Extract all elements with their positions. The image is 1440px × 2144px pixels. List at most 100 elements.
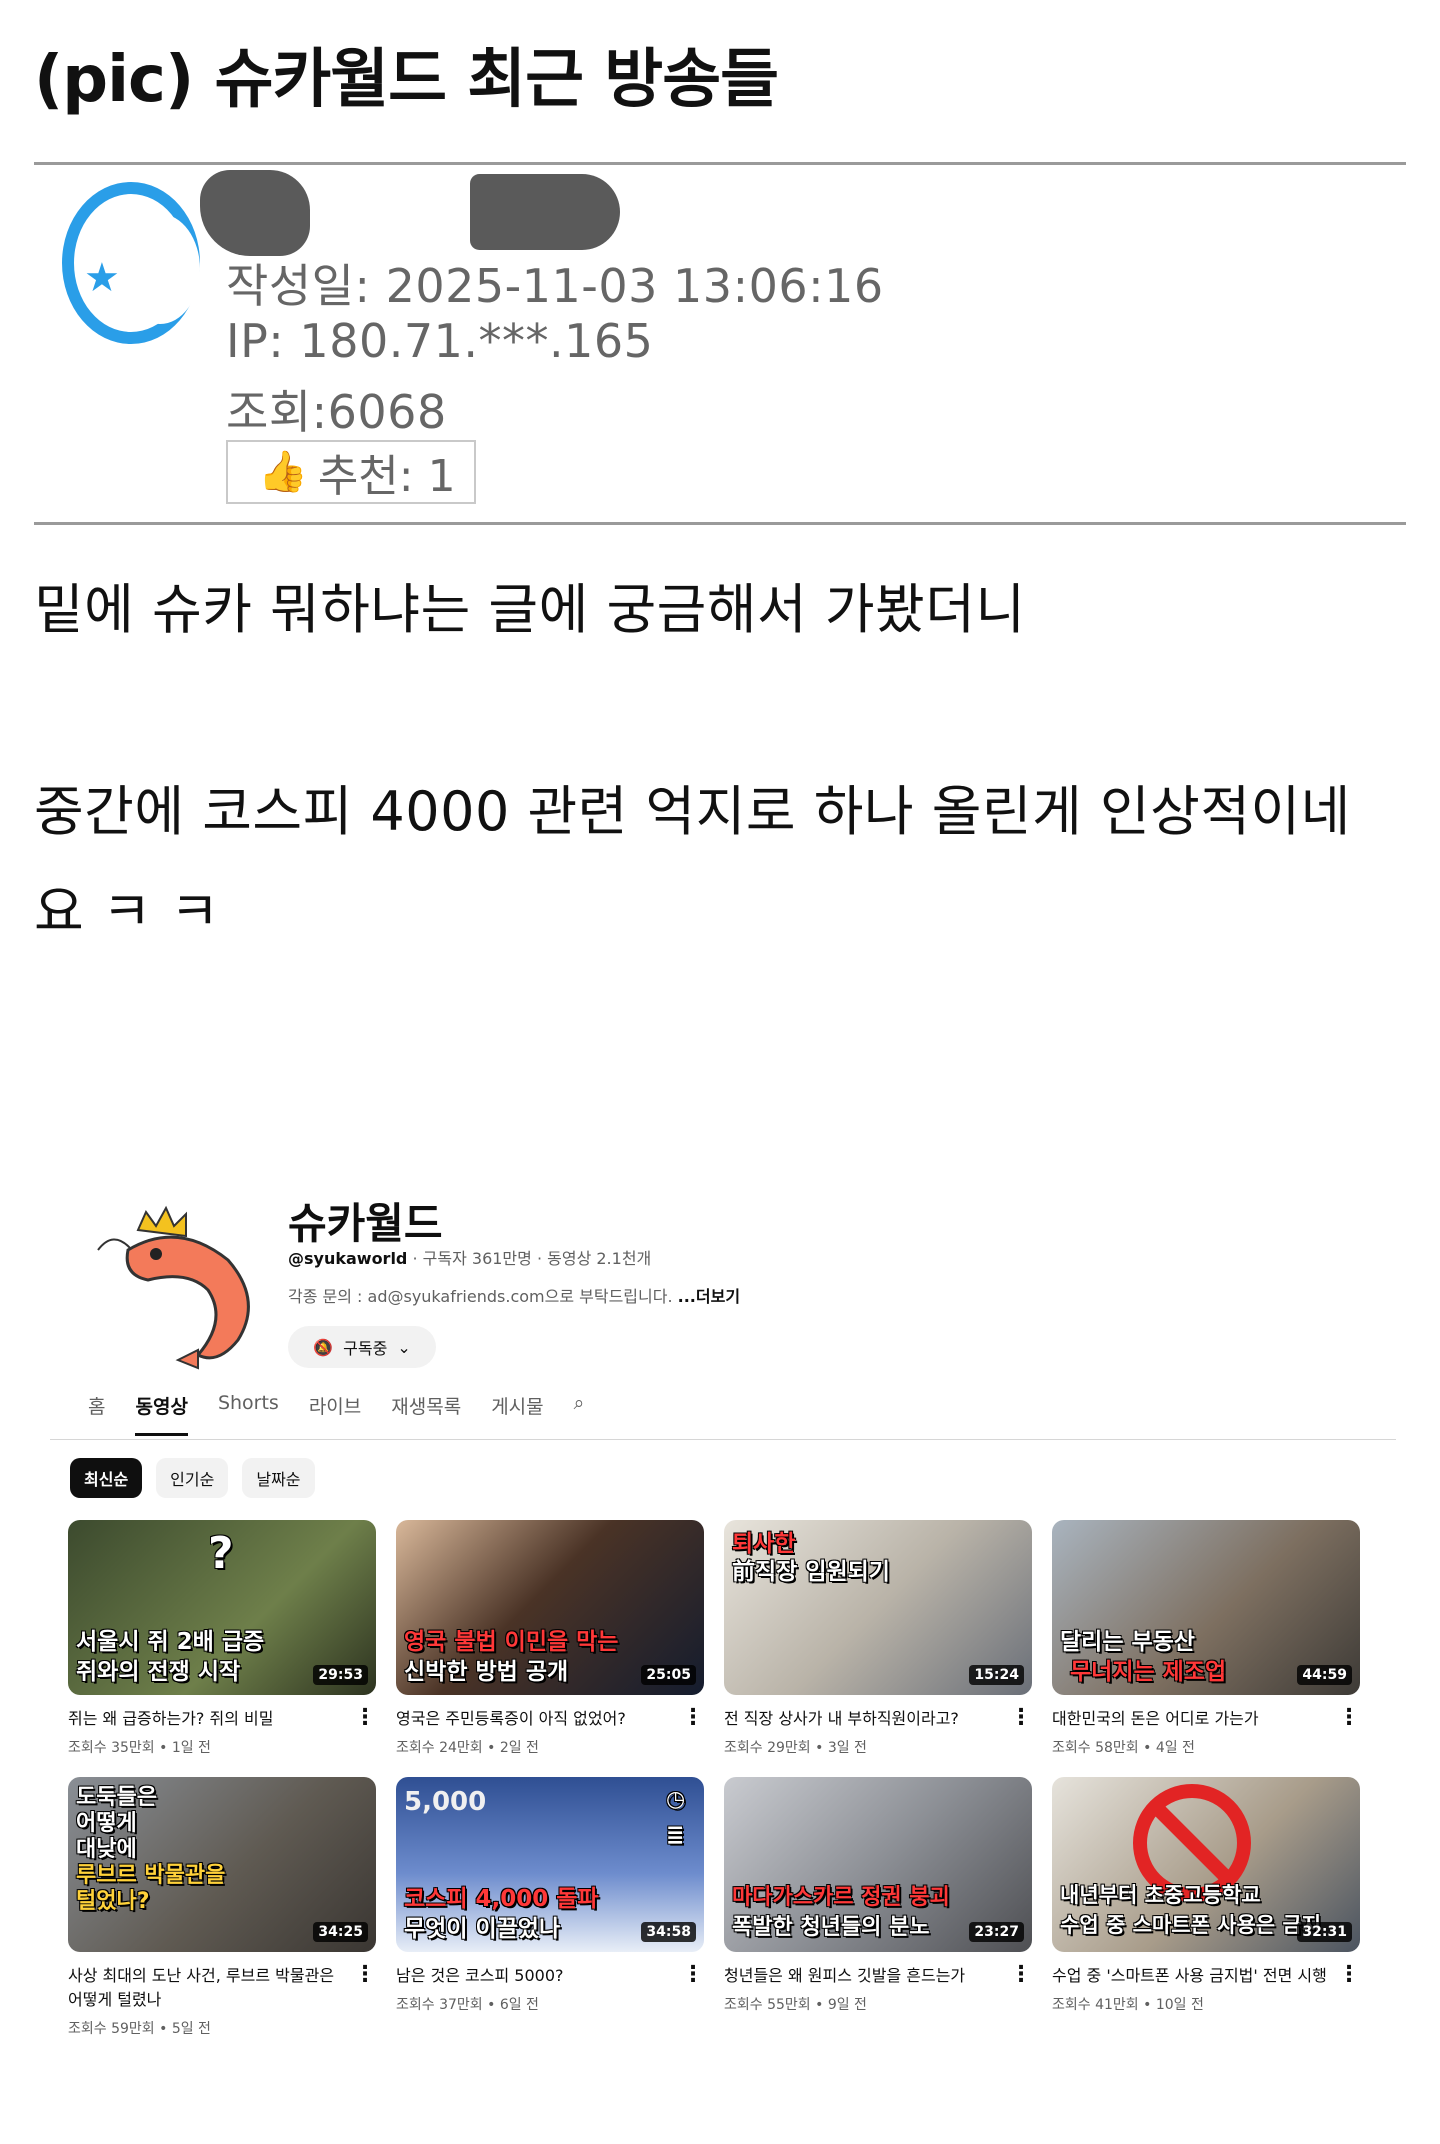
video-title[interactable]: 대한민국의 돈은 어디로 가는가 bbox=[1052, 1707, 1332, 1731]
more-options-icon[interactable]: ⋮ bbox=[682, 1707, 704, 1731]
recommend-button[interactable]: 👍 추천: 1 bbox=[226, 440, 476, 504]
redaction-mark bbox=[200, 170, 310, 256]
search-icon[interactable]: ⌕ bbox=[574, 1392, 585, 1436]
tab-posts[interactable]: 게시물 bbox=[491, 1392, 543, 1436]
video-meta: 조회수 37만회 • 6일 전 bbox=[396, 1997, 539, 2013]
thumbnail-caption: 신박한 방법 공개 bbox=[404, 1659, 569, 1685]
filter-latest[interactable]: 최신순 bbox=[70, 1458, 143, 1498]
video-duration: 32:31 bbox=[1297, 1922, 1352, 1942]
youtube-channel-screenshot: 슈카월드 @syukaworld · 구독자 361만명 · 동영상 2.1천개… bbox=[48, 1150, 1398, 2080]
video-title[interactable]: 남은 것은 코스피 5000? bbox=[396, 1964, 676, 1988]
thumbnail-caption: 무너지는 제조업 bbox=[1070, 1659, 1227, 1685]
video-thumbnail[interactable]: 마다가스카르 정권 붕괴 폭발한 청년들의 분노 23:27 bbox=[724, 1777, 1032, 1952]
video-card[interactable]: 내년부터 초중고등학교 수업 중 스마트폰 사용은 금지 32:31 수업 중 … bbox=[1052, 1777, 1360, 2038]
video-thumbnail[interactable]: ? 서울시 쥐 2배 급증 쥐와의 전쟁 시작 29:53 bbox=[68, 1520, 376, 1695]
video-meta: 조회수 58만회 • 4일 전 bbox=[1052, 1740, 1195, 1756]
avatar-moon-shape bbox=[120, 214, 200, 324]
thumbnail-caption: 5,000 bbox=[404, 1787, 487, 1817]
syuka-shrimp-logo bbox=[97, 1205, 250, 1370]
video-card[interactable]: 마다가스카르 정권 붕괴 폭발한 청년들의 분노 23:27 청년들은 왜 원피… bbox=[724, 1777, 1032, 2038]
body-line-3: 요 ㅋ ㅋ bbox=[34, 880, 220, 943]
subscribed-button[interactable]: 🔕 구독중 ⌄ bbox=[288, 1326, 436, 1368]
more-options-icon[interactable]: ⋮ bbox=[1338, 1964, 1360, 1988]
more-options-icon[interactable]: ⋮ bbox=[354, 1707, 376, 1731]
video-meta: 조회수 41만회 • 10일 전 bbox=[1052, 1997, 1204, 2013]
video-card[interactable]: 5,000 코스피 4,000 돌파 무엇이 이끌었나 ◷ ≣ 34:58 남은… bbox=[396, 1777, 704, 2038]
subscribed-label: 구독중 bbox=[343, 1339, 388, 1358]
thumbnail-caption: 마다가스카르 정권 붕괴 bbox=[732, 1885, 950, 1910]
more-link[interactable]: ...더보기 bbox=[678, 1287, 740, 1306]
description-text: 각종 문의 : ad@syukafriends.com으로 부탁드립니다. bbox=[288, 1287, 678, 1306]
thumbnail-caption: 내년부터 초중고등학교 bbox=[1060, 1883, 1261, 1907]
recommend-count: 추천: 1 bbox=[317, 451, 456, 502]
tab-shorts[interactable]: Shorts bbox=[218, 1392, 279, 1436]
channel-handle: @syukaworld bbox=[288, 1249, 408, 1268]
filter-popular[interactable]: 인기순 bbox=[156, 1458, 229, 1498]
thumbnail-caption: 달리는 부동산 bbox=[1060, 1629, 1195, 1655]
video-meta: 조회수 24만회 • 2일 전 bbox=[396, 1740, 539, 1756]
tab-playlists[interactable]: 재생목록 bbox=[391, 1392, 461, 1436]
video-card[interactable]: 퇴사한 前직장 임원되기 15:24 전 직장 상사가 내 부하직원이라고? ⋮… bbox=[724, 1520, 1032, 1757]
video-thumbnail[interactable]: 5,000 코스피 4,000 돌파 무엇이 이끌었나 ◷ ≣ 34:58 bbox=[396, 1777, 704, 1952]
video-thumbnail[interactable]: 퇴사한 前직장 임원되기 15:24 bbox=[724, 1520, 1032, 1695]
tab-live[interactable]: 라이브 bbox=[309, 1392, 361, 1436]
video-thumbnail[interactable]: 달리는 부동산 무너지는 제조업 44:59 bbox=[1052, 1520, 1360, 1695]
thumbnail-caption: 前직장 임원되기 bbox=[732, 1559, 890, 1585]
channel-name: 슈카월드 bbox=[288, 1199, 443, 1248]
channel-stats: @syukaworld · 구독자 361만명 · 동영상 2.1천개 bbox=[288, 1245, 651, 1269]
tab-videos[interactable]: 동영상 bbox=[135, 1392, 188, 1436]
video-duration: 25:05 bbox=[641, 1665, 696, 1685]
post-title: (pic) 슈카월드 최근 방송들 bbox=[34, 43, 779, 117]
post-views: 조회:6068 bbox=[226, 385, 447, 439]
post-date: 작성일: 2025-11-03 13:06:16 bbox=[226, 259, 884, 313]
sort-filters: 최신순 인기순 날짜순 bbox=[70, 1458, 315, 1498]
redaction-mark bbox=[470, 174, 620, 250]
video-title[interactable]: 영국은 주민등록증이 아직 없었어? bbox=[396, 1707, 676, 1731]
thumbnail-caption: 코스피 4,000 돌파 bbox=[404, 1886, 599, 1912]
tabs-divider bbox=[50, 1439, 1396, 1440]
thumbnail-caption: 서울시 쥐 2배 급증 bbox=[76, 1629, 265, 1655]
video-thumbnail[interactable]: 영국 불법 이민을 막는 신박한 방법 공개 25:05 bbox=[396, 1520, 704, 1695]
more-options-icon[interactable]: ⋮ bbox=[682, 1964, 704, 1988]
video-title[interactable]: 전 직장 상사가 내 부하직원이라고? bbox=[724, 1707, 1004, 1731]
video-title[interactable]: 수업 중 '스마트폰 사용 금지법' 전면 시행 bbox=[1052, 1964, 1332, 1988]
add-to-queue-icon[interactable]: ≣ bbox=[666, 1823, 684, 1848]
tab-home[interactable]: 홈 bbox=[88, 1392, 105, 1436]
thumbnail-caption: 영국 불법 이민을 막는 bbox=[404, 1629, 619, 1655]
body-line-1: 밑에 슈카 뭐하냐는 글에 궁금해서 가봤더니 bbox=[34, 578, 1026, 641]
video-duration: 29:53 bbox=[313, 1665, 368, 1685]
video-thumbnail[interactable]: 도둑들은 어떻게 대낮에 루브르 박물관을 털었나? 34:25 bbox=[68, 1777, 376, 1952]
video-card[interactable]: 영국 불법 이민을 막는 신박한 방법 공개 25:05 영국은 주민등록증이 … bbox=[396, 1520, 704, 1757]
thumbnail-caption: 수업 중 스마트폰 사용은 금지 bbox=[1060, 1913, 1322, 1937]
video-card[interactable]: 달리는 부동산 무너지는 제조업 44:59 대한민국의 돈은 어디로 가는가 … bbox=[1052, 1520, 1360, 1757]
video-duration: 44:59 bbox=[1297, 1665, 1352, 1685]
author-avatar: ★ bbox=[62, 182, 200, 344]
meta-divider bbox=[34, 522, 1406, 525]
chevron-down-icon: ⌄ bbox=[397, 1337, 411, 1357]
bell-icon: 🔕 bbox=[313, 1337, 334, 1357]
post-ip: IP: 180.71.***.165 bbox=[226, 314, 654, 368]
video-card[interactable]: ? 서울시 쥐 2배 급증 쥐와의 전쟁 시작 29:53 쥐는 왜 급증하는가… bbox=[68, 1520, 376, 1757]
question-mark-icon: ? bbox=[208, 1528, 234, 1579]
video-thumbnail[interactable]: 내년부터 초중고등학교 수업 중 스마트폰 사용은 금지 32:31 bbox=[1052, 1777, 1360, 1952]
video-duration: 34:58 bbox=[641, 1922, 696, 1942]
video-card[interactable]: 도둑들은 어떻게 대낮에 루브르 박물관을 털었나? 34:25 사상 최대의 … bbox=[68, 1777, 376, 2038]
video-title[interactable]: 사상 최대의 도난 사건, 루브르 박물관은 어떻게 털렸나 bbox=[68, 1964, 348, 2012]
video-duration: 34:25 bbox=[313, 1922, 368, 1942]
more-options-icon[interactable]: ⋮ bbox=[1010, 1707, 1032, 1731]
channel-counts: · 구독자 361만명 · 동영상 2.1천개 bbox=[407, 1249, 652, 1268]
video-meta: 조회수 35만회 • 1일 전 bbox=[68, 1740, 211, 1756]
filter-date[interactable]: 날짜순 bbox=[242, 1458, 315, 1498]
header-divider bbox=[34, 162, 1406, 165]
channel-description: 각종 문의 : ad@syukafriends.com으로 부탁드립니다. ..… bbox=[288, 1283, 740, 1307]
video-title[interactable]: 쥐는 왜 급증하는가? 쥐의 비밀 bbox=[68, 1707, 348, 1731]
video-title[interactable]: 청년들은 왜 원피스 깃발을 흔드는가 bbox=[724, 1964, 1004, 1988]
body-line-2: 중간에 코스피 4000 관련 억지로 하나 올린게 인상적이네 bbox=[34, 780, 1351, 843]
clock-icon[interactable]: ◷ bbox=[666, 1787, 685, 1812]
video-meta: 조회수 55만회 • 9일 전 bbox=[724, 1997, 867, 2013]
thumbs-up-icon: 👍 bbox=[258, 449, 308, 495]
more-options-icon[interactable]: ⋮ bbox=[1338, 1707, 1360, 1731]
more-options-icon[interactable]: ⋮ bbox=[354, 1964, 376, 2012]
more-options-icon[interactable]: ⋮ bbox=[1010, 1964, 1032, 1988]
thumbnail-caption: 폭발한 청년들의 분노 bbox=[732, 1915, 930, 1940]
